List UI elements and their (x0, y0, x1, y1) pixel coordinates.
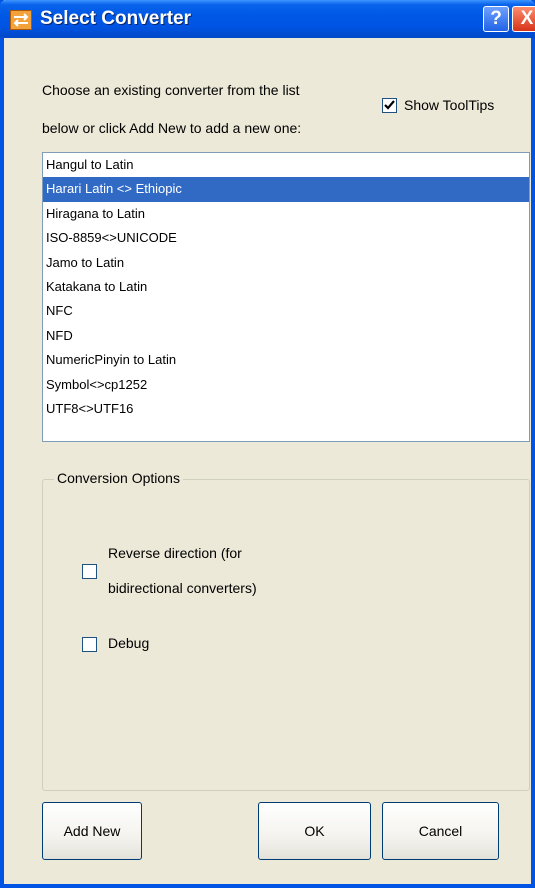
converter-list-item[interactable]: Katakana to Latin (43, 275, 529, 299)
converter-list-item-selected[interactable]: Harari Latin <> Ethiopic (43, 177, 529, 202)
show-tooltips-label[interactable]: Show ToolTips (404, 97, 494, 113)
reverse-direction-label-line1[interactable]: Reverse direction (for (108, 545, 242, 561)
reverse-direction-checkbox[interactable] (82, 564, 97, 579)
converter-list-item[interactable]: UTF8<>UTF16 (43, 397, 529, 421)
converter-list-item[interactable]: ISO-8859<>UNICODE (43, 226, 529, 250)
close-button[interactable]: X (512, 6, 535, 32)
title-bar[interactable]: Select Converter ? X (0, 0, 535, 38)
conversion-options-legend: Conversion Options (54, 470, 183, 486)
select-converter-dialog: Select Converter ? X Choose an existing … (0, 0, 535, 888)
converter-list-item[interactable]: NumericPinyin to Latin (43, 348, 529, 372)
converter-list-item[interactable]: Hangul to Latin (43, 153, 529, 177)
intro-text-line1: Choose an existing converter from the li… (42, 82, 300, 98)
debug-label[interactable]: Debug (108, 635, 149, 651)
converter-list-item[interactable]: Hiragana to Latin (43, 202, 529, 226)
show-tooltips-checkbox[interactable] (382, 98, 397, 113)
converter-list[interactable]: Hangul to Latin Harari Latin <> Ethiopic… (42, 152, 530, 442)
converter-app-icon (10, 10, 32, 30)
add-new-button[interactable]: Add New (42, 802, 142, 860)
converter-list-item[interactable]: Symbol<>cp1252 (43, 373, 529, 397)
converter-list-item[interactable]: Jamo to Latin (43, 251, 529, 275)
cancel-button[interactable]: Cancel (382, 802, 499, 860)
reverse-direction-label-line2[interactable]: bidirectional converters) (108, 580, 257, 596)
converter-list-item[interactable]: NFD (43, 324, 529, 348)
converter-list-item[interactable]: NFC (43, 299, 529, 323)
debug-checkbox[interactable] (82, 637, 97, 652)
intro-text-line2: below or click Add New to add a new one: (42, 120, 302, 136)
checkmark-icon (384, 100, 395, 110)
help-button[interactable]: ? (483, 6, 509, 32)
window-title: Select Converter (40, 8, 192, 29)
ok-button[interactable]: OK (258, 802, 371, 860)
